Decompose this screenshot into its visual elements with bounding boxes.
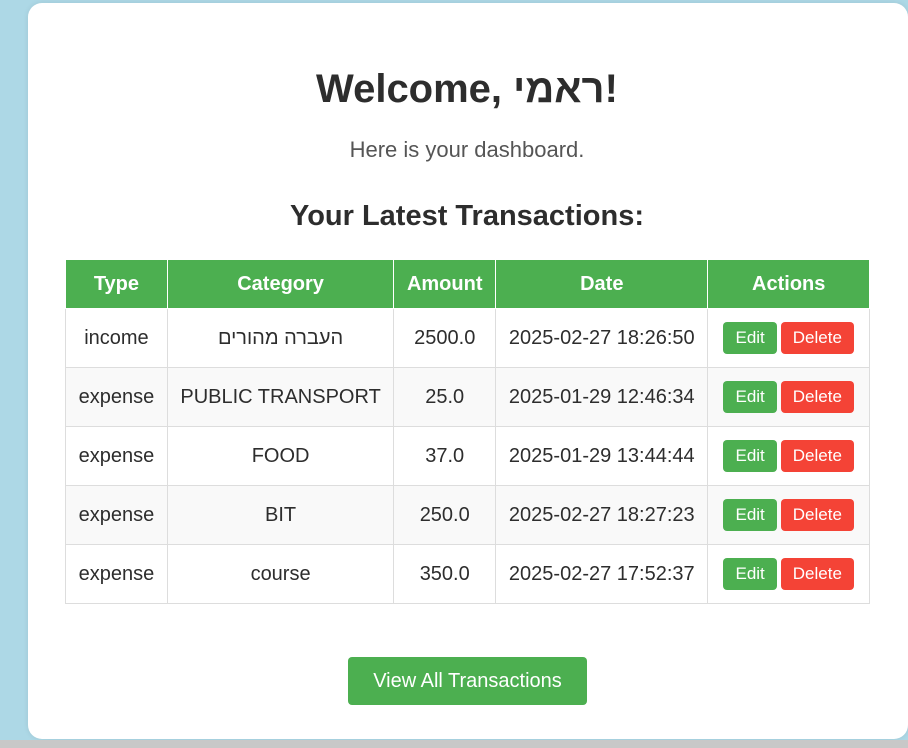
- cell-actions: Edit Delete: [707, 485, 870, 545]
- view-all-transactions-button[interactable]: View All Transactions: [348, 657, 587, 705]
- edit-button[interactable]: Edit: [723, 440, 777, 472]
- column-header-type: Type: [65, 259, 168, 309]
- cell-type: expense: [65, 426, 168, 486]
- column-header-amount: Amount: [393, 259, 497, 309]
- cell-amount: 25.0: [393, 367, 497, 427]
- edit-button[interactable]: Edit: [723, 381, 777, 413]
- cell-category: FOOD: [166, 426, 395, 486]
- cell-amount: 350.0: [393, 544, 497, 604]
- cell-type: expense: [65, 485, 168, 545]
- cell-category: העברה מהורים: [166, 308, 395, 368]
- cell-type: expense: [65, 544, 168, 604]
- cell-actions: Edit Delete: [707, 308, 870, 368]
- table-row: expense course 350.0 2025-02-27 17:52:37…: [65, 544, 870, 604]
- cell-date: 2025-02-27 18:26:50: [495, 308, 709, 368]
- transactions-table: Type Category Amount Date Actions income…: [65, 259, 870, 604]
- cell-category: PUBLIC TRANSPORT: [166, 367, 395, 427]
- column-header-category: Category: [166, 259, 395, 309]
- edit-button[interactable]: Edit: [723, 499, 777, 531]
- table-header-row: Type Category Amount Date Actions: [65, 259, 870, 309]
- dashboard-subtitle: Here is your dashboard.: [349, 137, 585, 162]
- table-row: expense BIT 250.0 2025-02-27 18:27:23 Ed…: [65, 485, 870, 545]
- edit-button[interactable]: Edit: [723, 322, 777, 354]
- cell-type: expense: [65, 367, 168, 427]
- delete-button[interactable]: Delete: [780, 440, 854, 472]
- cell-category: course: [166, 544, 395, 604]
- window-bottom-edge: [0, 740, 908, 748]
- column-header-date: Date: [495, 259, 709, 309]
- cell-actions: Edit Delete: [707, 426, 870, 486]
- cell-date: 2025-01-29 13:44:44: [495, 426, 709, 486]
- table-row: expense FOOD 37.0 2025-01-29 13:44:44 Ed…: [65, 426, 870, 486]
- transactions-title: Your Latest Transactions:: [290, 200, 644, 232]
- delete-button[interactable]: Delete: [780, 499, 854, 531]
- delete-button[interactable]: Delete: [780, 322, 854, 354]
- cell-actions: Edit Delete: [707, 544, 870, 604]
- cell-actions: Edit Delete: [707, 367, 870, 427]
- cell-type: income: [65, 308, 168, 368]
- cell-date: 2025-02-27 17:52:37: [495, 544, 709, 604]
- cell-amount: 2500.0: [393, 308, 497, 368]
- cell-amount: 250.0: [393, 485, 497, 545]
- table-row: income העברה מהורים 2500.0 2025-02-27 18…: [65, 308, 870, 368]
- edit-button[interactable]: Edit: [723, 558, 777, 590]
- cell-amount: 37.0: [393, 426, 497, 486]
- table-row: expense PUBLIC TRANSPORT 25.0 2025-01-29…: [65, 367, 870, 427]
- column-header-actions: Actions: [707, 259, 870, 309]
- cell-category: BIT: [166, 485, 395, 545]
- cell-date: 2025-02-27 18:27:23: [495, 485, 709, 545]
- delete-button[interactable]: Delete: [780, 381, 854, 413]
- delete-button[interactable]: Delete: [780, 558, 854, 590]
- welcome-heading: Welcome, ראמי!: [316, 67, 618, 111]
- dashboard-card: Welcome, ראמי! Here is your dashboard. Y…: [28, 3, 908, 739]
- cell-date: 2025-01-29 12:46:34: [495, 367, 709, 427]
